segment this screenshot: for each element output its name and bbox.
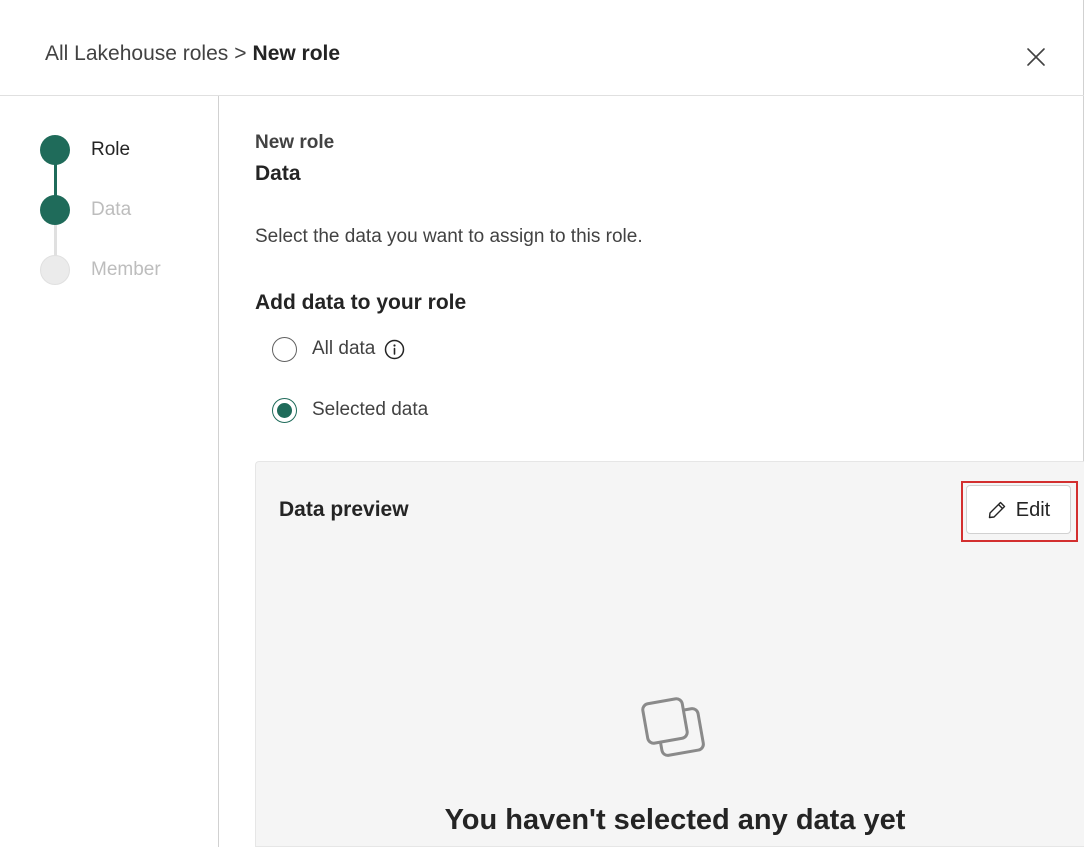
step-label: Role [91, 139, 131, 160]
step-indicator-complete [40, 135, 70, 165]
page-title: Data [255, 162, 301, 185]
step-indicator-pending [40, 255, 70, 285]
step-indicator-current [40, 195, 70, 225]
selected-data-option[interactable]: Selected data [272, 397, 428, 423]
edit-button[interactable]: Edit [966, 485, 1071, 534]
breadcrumb: All Lakehouse roles > New role [45, 40, 340, 68]
edit-label: Edit [1015, 498, 1051, 521]
stacked-squares-icon [641, 694, 707, 760]
page-description: Select the data you want to assign to th… [255, 226, 643, 247]
stepper-connector-2 [54, 224, 57, 256]
selected-data-label: Selected data [312, 399, 429, 420]
page-subtitle: New role [255, 132, 335, 153]
info-icon[interactable] [384, 339, 405, 360]
close-button[interactable] [1020, 41, 1052, 73]
new-role-dialog: All Lakehouse roles > New role Role Data M… [0, 0, 1084, 847]
breadcrumb-current: New role [252, 42, 341, 65]
dialog-header: All Lakehouse roles > New role [0, 0, 1084, 96]
close-icon [1027, 48, 1045, 66]
step-data[interactable]: Data [40, 195, 131, 225]
stepper-divider [218, 96, 219, 847]
stepper-connector-1 [54, 164, 57, 196]
step-role[interactable]: Role [40, 135, 130, 165]
all-data-label: All data [312, 338, 376, 359]
all-data-radio[interactable] [272, 336, 297, 362]
step-label: Member [91, 259, 161, 280]
data-preview-panel: Data preview Edit You haven't selected a… [255, 461, 1084, 847]
step-member[interactable]: Member [40, 255, 161, 285]
data-preview-title: Data preview [279, 498, 409, 521]
selected-data-radio[interactable] [272, 397, 297, 423]
section-heading: Add data to your role [255, 291, 467, 314]
empty-state-message: You haven't selected any data yet [444, 804, 906, 836]
breadcrumb-parent[interactable]: All Lakehouse roles [45, 42, 228, 65]
pencil-icon [988, 501, 1005, 518]
step-label: Data [91, 199, 132, 220]
breadcrumb-separator: > [234, 42, 247, 65]
all-data-option[interactable]: All data [272, 336, 405, 362]
